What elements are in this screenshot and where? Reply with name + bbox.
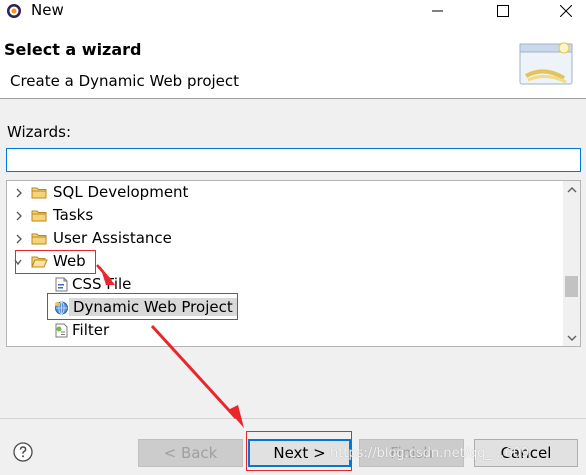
filter-icon bbox=[55, 323, 68, 338]
tree-item-label: CSS File bbox=[72, 275, 132, 293]
chevron-down-icon bbox=[567, 335, 576, 341]
folder-icon bbox=[31, 210, 47, 222]
css-file-icon bbox=[55, 277, 68, 292]
tree-item-css-file[interactable]: CSS File bbox=[7, 274, 557, 296]
tree-item-user-assistance[interactable]: User Assistance bbox=[7, 228, 557, 250]
header-divider bbox=[0, 98, 586, 99]
help-icon[interactable] bbox=[13, 442, 33, 462]
folder-open-icon bbox=[31, 256, 48, 268]
chevron-right-icon[interactable] bbox=[14, 232, 24, 246]
tree-item-label: Web bbox=[53, 252, 86, 270]
close-button[interactable] bbox=[546, 0, 586, 21]
minimize-button[interactable] bbox=[418, 0, 458, 21]
tree-scrollbar[interactable] bbox=[563, 181, 580, 346]
chevron-up-icon bbox=[567, 186, 576, 192]
maximize-icon bbox=[497, 4, 509, 17]
title-bar: New bbox=[0, 0, 586, 21]
window-title: New bbox=[31, 1, 64, 19]
page-title: Select a wizard bbox=[4, 40, 142, 59]
wizard-filter-input[interactable] bbox=[6, 148, 581, 172]
tree-item-web[interactable]: Web bbox=[7, 251, 557, 273]
eclipse-app-icon bbox=[7, 4, 21, 18]
tree-item-label: User Assistance bbox=[53, 229, 172, 247]
web-project-icon bbox=[55, 301, 68, 315]
page-subtitle: Create a Dynamic Web project bbox=[10, 72, 240, 90]
folder-icon bbox=[31, 233, 47, 245]
tree-item-label: Dynamic Web Project bbox=[69, 298, 237, 316]
wizard-tree[interactable]: SQL Development Tasks User Assistance We… bbox=[6, 180, 581, 347]
scroll-up-button[interactable] bbox=[563, 181, 580, 198]
wizards-label: Wizards: bbox=[7, 123, 72, 141]
folder-icon bbox=[31, 187, 47, 199]
tree-item-filter[interactable]: Filter bbox=[7, 320, 557, 342]
tree-item-label: Tasks bbox=[53, 206, 94, 224]
tree-item-dynamic-web-project[interactable]: Dynamic Web Project bbox=[7, 297, 557, 319]
watermark: https://blog.csdn.net/qq_...609 bbox=[330, 446, 530, 461]
scroll-down-button[interactable] bbox=[563, 329, 580, 346]
tree-item-sql-development[interactable]: SQL Development bbox=[7, 182, 557, 204]
back-button[interactable]: < Back bbox=[138, 439, 243, 467]
wizard-banner-icon bbox=[519, 42, 573, 85]
chevron-right-icon[interactable] bbox=[14, 209, 24, 223]
tree-item-label: Filter bbox=[72, 321, 110, 339]
tree-item-label: SQL Development bbox=[53, 183, 189, 201]
minimize-icon bbox=[432, 10, 443, 11]
maximize-button[interactable] bbox=[483, 0, 523, 21]
chevron-right-icon[interactable] bbox=[14, 186, 24, 200]
footer-divider bbox=[0, 418, 586, 419]
scroll-thumb[interactable] bbox=[565, 276, 578, 297]
chevron-down-icon[interactable] bbox=[13, 255, 23, 269]
wizard-header: Select a wizard Create a Dynamic Web pro… bbox=[0, 21, 586, 98]
annotation-arrow-head bbox=[228, 405, 244, 428]
close-icon bbox=[560, 4, 572, 17]
tree-item-tasks[interactable]: Tasks bbox=[7, 205, 557, 227]
